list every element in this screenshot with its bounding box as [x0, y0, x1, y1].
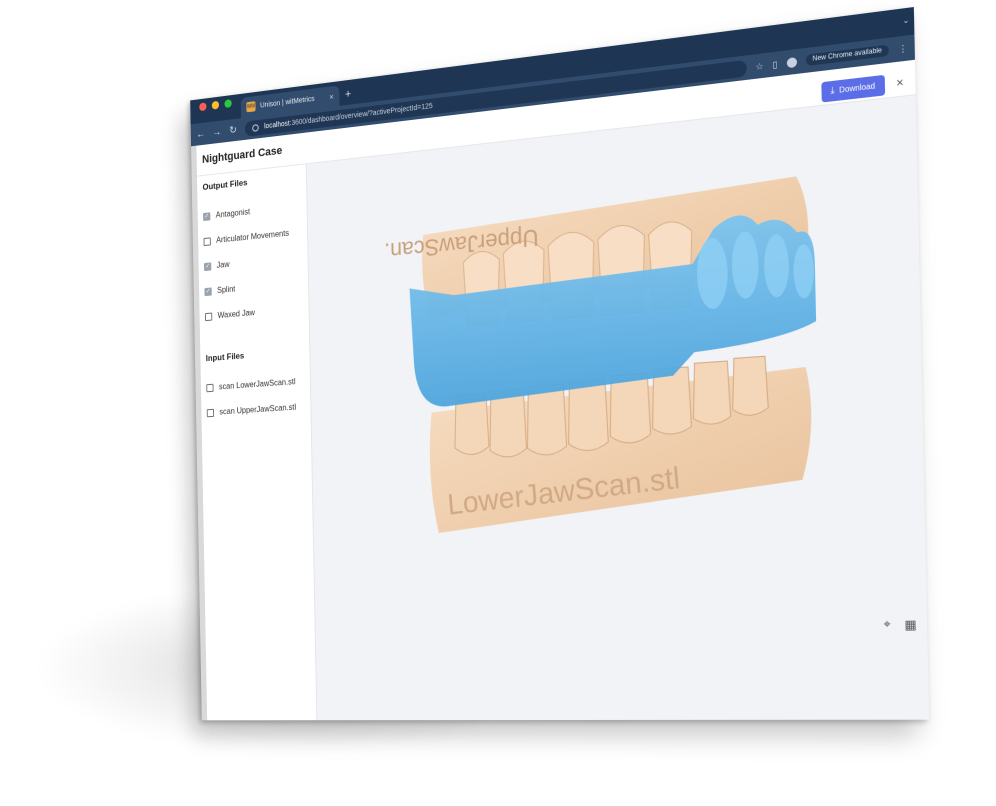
site-info-icon[interactable]	[252, 123, 259, 132]
input-files-heading: Input Files	[205, 350, 245, 364]
chrome-update-button[interactable]: New Chrome available	[805, 44, 890, 67]
output-file-label: Waxed Jaw	[217, 307, 255, 321]
close-icon[interactable]: ×	[896, 76, 904, 91]
download-button[interactable]: ⤓ Download	[821, 74, 885, 103]
output-file-label: Jaw	[216, 259, 230, 270]
checkbox-unchecked[interactable]	[204, 312, 213, 321]
output-file-label: Splint	[217, 284, 236, 296]
focus-camera-icon[interactable]: ⌖	[880, 617, 894, 632]
checkbox-unchecked[interactable]	[203, 236, 211, 246]
favicon-icon: WM	[246, 101, 256, 113]
new-tab-button[interactable]: +	[339, 87, 357, 106]
input-file-label: scan UpperJawScan.stl	[219, 402, 297, 417]
minimize-window-button[interactable]	[211, 100, 220, 110]
viewer-toolbar: ⌖ ▦	[880, 617, 918, 632]
output-files-list: ✓ Antagonist Articulator Movements ✓ Jaw ✓ Spl…	[203, 193, 309, 329]
tab-close-icon[interactable]: ×	[329, 92, 334, 102]
dental-model[interactable]: UpperJawScan.stl LowerJawScan.stl	[383, 133, 890, 581]
forward-arrow-icon[interactable]: →	[212, 126, 221, 138]
checkbox-unchecked[interactable]	[206, 383, 214, 392]
input-files-list: scan LowerJawScan.stl scan UpperJawScan.s…	[206, 368, 311, 426]
download-icon: ⤓	[830, 85, 835, 96]
profile-avatar[interactable]	[786, 56, 797, 68]
bookmark-star-icon[interactable]: ☆	[755, 61, 763, 72]
browser-window: WM Unison | witMetrics × + ⌄ ← → ↻ local…	[190, 7, 930, 721]
maximize-window-button[interactable]	[224, 99, 232, 109]
extensions-icon[interactable]: ▯	[772, 59, 777, 70]
tab-title: Unison | witMetrics	[260, 95, 315, 110]
back-arrow-icon[interactable]: ←	[196, 128, 205, 140]
window-controls	[190, 98, 241, 120]
output-file-label: Antagonist	[215, 207, 251, 220]
output-file-label: Articulator Movements	[216, 228, 290, 245]
checkbox-unchecked[interactable]	[206, 408, 215, 417]
page-title: Nightguard Case	[201, 144, 283, 167]
download-label: Download	[839, 82, 876, 95]
file-sidebar: Output Files ✓ Antagonist Articulator Move…	[191, 164, 318, 721]
checkbox-checked[interactable]: ✓	[204, 286, 212, 296]
reload-icon[interactable]: ↻	[228, 124, 237, 136]
close-window-button[interactable]	[199, 102, 207, 112]
checkbox-checked[interactable]: ✓	[203, 211, 211, 221]
checkbox-checked[interactable]: ✓	[203, 261, 212, 271]
grid-icon[interactable]: ▦	[903, 617, 917, 632]
output-files-heading: Output Files	[202, 177, 248, 193]
tab-search-chevron-icon[interactable]: ⌄	[902, 16, 909, 26]
3d-viewer[interactable]: UpperJawScan.stl LowerJawScan.stl ⌖ ▦	[306, 95, 930, 721]
input-file-label: scan LowerJawScan.stl	[218, 376, 296, 392]
menu-kebab-icon[interactable]: ⋮	[898, 43, 908, 54]
